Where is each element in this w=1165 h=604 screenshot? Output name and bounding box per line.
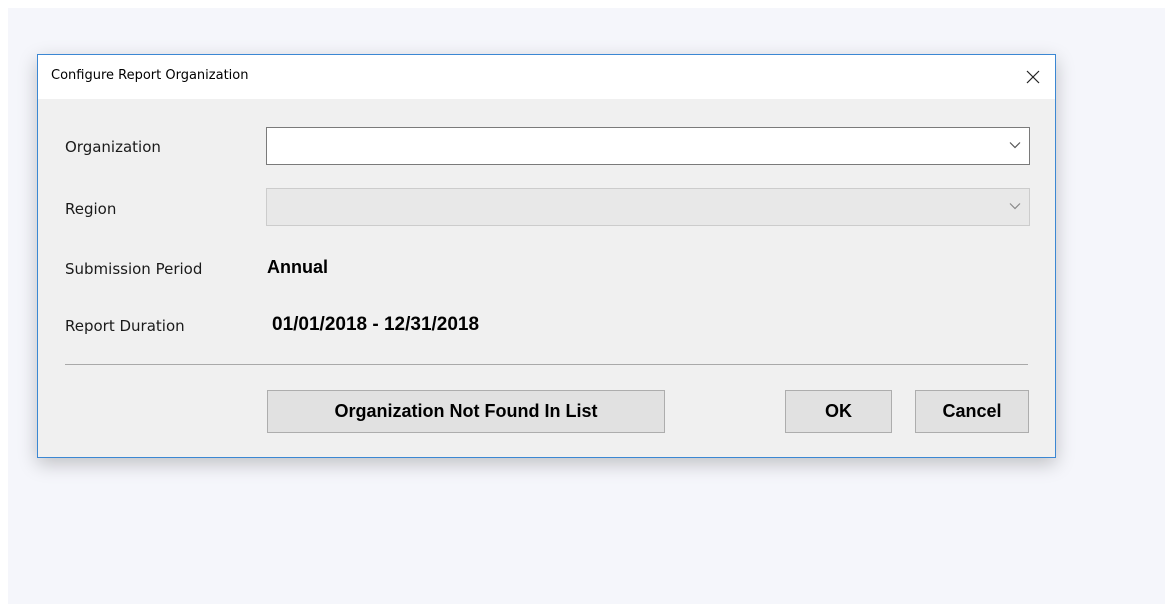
organization-combobox[interactable] [266, 127, 1030, 165]
region-combobox[interactable] [266, 188, 1030, 226]
submission-period-label: Submission Period [65, 260, 203, 278]
organization-label: Organization [65, 138, 161, 156]
organization-not-found-button[interactable]: Organization Not Found In List [267, 390, 665, 433]
region-label: Region [65, 200, 117, 218]
chevron-down-icon [1009, 203, 1021, 210]
dialog-titlebar: Configure Report Organization [38, 55, 1055, 99]
close-icon [1026, 70, 1040, 84]
separator [65, 364, 1028, 365]
dialog-title: Configure Report Organization [51, 68, 249, 83]
report-duration-label: Report Duration [65, 317, 185, 335]
submission-period-value: Annual [267, 257, 328, 277]
close-button[interactable] [1011, 55, 1055, 99]
chevron-down-icon [1009, 142, 1021, 149]
cancel-button[interactable]: Cancel [915, 390, 1029, 433]
ok-button[interactable]: OK [785, 390, 892, 433]
configure-report-dialog: Configure Report Organization Organizati… [37, 54, 1056, 458]
report-duration-value: 01/01/2018 - 12/31/2018 [272, 314, 480, 335]
